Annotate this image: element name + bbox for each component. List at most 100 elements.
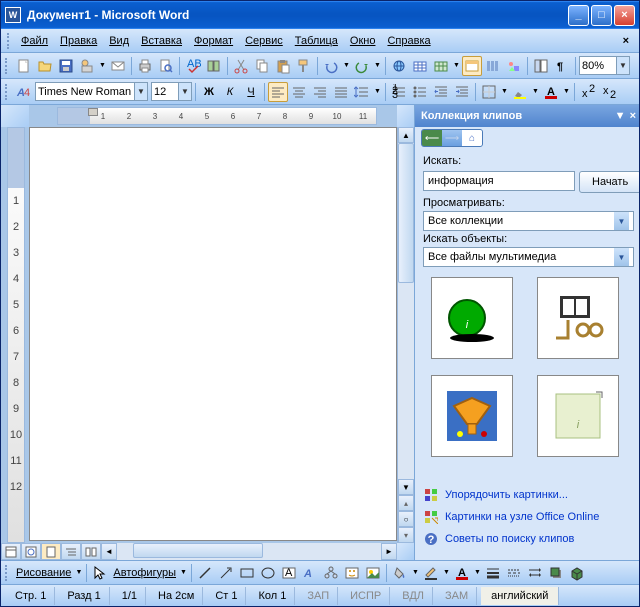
menu-window[interactable]: Окно [344,33,382,49]
scroll-right-button[interactable]: ► [381,543,397,560]
taskpane-close-button[interactable]: × [630,110,636,122]
nav-forward-button[interactable]: ⟶ [442,129,462,147]
menu-file[interactable]: Файл [15,33,54,49]
tables-button[interactable] [410,56,430,76]
dash-style-button[interactable] [504,563,524,583]
subscript-button[interactable]: x2 [599,82,619,102]
dropdown-arrow[interactable]: ▼ [411,563,420,583]
cut-button[interactable] [231,56,251,76]
browse-object-button[interactable]: ○ [398,511,414,527]
menu-insert[interactable]: Вставка [135,33,188,49]
line-button[interactable] [195,563,215,583]
status-rec[interactable]: ЗАП [299,587,338,605]
textbox-button[interactable]: A [279,563,299,583]
dropdown-arrow[interactable]: ▼ [614,248,629,266]
toolbar-handle[interactable] [5,58,9,74]
font-color-button[interactable]: A [452,563,472,583]
status-ovr[interactable]: ЗАМ [437,587,477,605]
maximize-button[interactable]: □ [591,5,612,26]
nav-home-button[interactable]: ⌂ [462,129,482,147]
clip-result[interactable] [431,375,513,457]
prev-page-button[interactable]: ▴ [398,495,414,511]
dropdown-arrow[interactable]: ▼ [373,82,382,102]
status-ext[interactable]: ВДЛ [394,587,433,605]
minimize-button[interactable]: _ [568,5,589,26]
bold-button[interactable]: Ж [199,82,219,102]
tips-link[interactable]: ? Советы по поиску клипов [423,528,634,550]
clip-result[interactable]: i [537,375,619,457]
menu-edit[interactable]: Правка [54,33,103,49]
dropdown-arrow[interactable]: ▼ [442,563,451,583]
email-button[interactable] [108,56,128,76]
increase-indent-button[interactable] [452,82,472,102]
undo-button[interactable] [321,56,341,76]
redo-button[interactable] [352,56,372,76]
scroll-up-button[interactable]: ▲ [398,127,414,143]
new-button[interactable] [14,56,34,76]
dropdown-arrow[interactable]: ▼ [373,56,382,76]
dropdown-arrow[interactable]: ▼ [614,212,629,230]
columns-button[interactable] [483,56,503,76]
rectangle-button[interactable] [237,563,257,583]
print-button[interactable] [135,56,155,76]
arrow-style-button[interactable] [525,563,545,583]
scroll-thumb[interactable] [398,143,414,283]
3d-button[interactable] [567,563,587,583]
taskpane-menu-button[interactable]: ▼ [615,110,626,122]
dropdown-arrow[interactable]: ▼ [74,563,83,583]
dropdown-arrow[interactable]: ▼ [179,82,192,101]
zoom-select[interactable] [579,56,617,75]
drawing-menu[interactable]: Рисование [14,567,73,579]
copy-button[interactable] [252,56,272,76]
shadow-button[interactable] [546,563,566,583]
line-color-button[interactable] [421,563,441,583]
underline-button[interactable]: Ч [241,82,261,102]
drawing-button[interactable] [504,56,524,76]
objects-select[interactable]: Все файлы мультимедиа ▼ [423,247,634,267]
menu-table[interactable]: Таблица [289,33,344,49]
fill-color-button[interactable] [390,563,410,583]
menu-view[interactable]: Вид [103,33,135,49]
insert-table-button[interactable] [431,56,451,76]
organize-link[interactable]: Упорядочить картинки... [423,484,634,506]
research-button[interactable] [204,56,224,76]
permission-button[interactable] [77,56,97,76]
search-input[interactable] [423,171,575,191]
spellcheck-button[interactable]: ABC [183,56,203,76]
dropdown-arrow[interactable]: ▼ [135,82,148,101]
select-objects-button[interactable] [90,563,110,583]
wordart-button[interactable]: A [300,563,320,583]
paste-button[interactable] [273,56,293,76]
menu-help[interactable]: Справка [381,33,436,49]
align-justify-button[interactable] [331,82,351,102]
save-button[interactable] [56,56,76,76]
outline-view-button[interactable] [61,543,81,560]
arrow-button[interactable] [216,563,236,583]
picture-button[interactable] [363,563,383,583]
dropdown-arrow[interactable]: ▼ [342,56,351,76]
toolbar-handle[interactable] [5,84,9,100]
highlight-button[interactable] [510,82,530,102]
dropdown-arrow[interactable]: ▼ [531,82,540,102]
online-link[interactable]: Картинки на узле Office Online [423,506,634,528]
dropdown-arrow[interactable]: ▼ [500,82,509,102]
vertical-scrollbar[interactable]: ▲ ▼ ▴ ○ ▾ [397,127,414,543]
bullets-button[interactable] [410,82,430,102]
font-color-button[interactable]: A [541,82,561,102]
document-page[interactable] [29,127,397,541]
status-trk[interactable]: ИСПР [342,587,390,605]
menu-format[interactable]: Формат [188,33,239,49]
clip-result[interactable]: i [431,277,513,359]
open-button[interactable] [35,56,55,76]
clip-result[interactable] [537,277,619,359]
hyperlink-button[interactable] [389,56,409,76]
status-language[interactable]: английский [481,587,559,605]
horizontal-scrollbar[interactable] [117,543,381,560]
menu-tools[interactable]: Сервис [239,33,289,49]
scroll-left-button[interactable]: ◄ [101,543,117,560]
line-style-button[interactable] [483,563,503,583]
align-center-button[interactable] [289,82,309,102]
next-page-button[interactable]: ▾ [398,527,414,543]
scroll-down-button[interactable]: ▼ [398,479,414,495]
dropdown-arrow[interactable]: ▼ [473,563,482,583]
